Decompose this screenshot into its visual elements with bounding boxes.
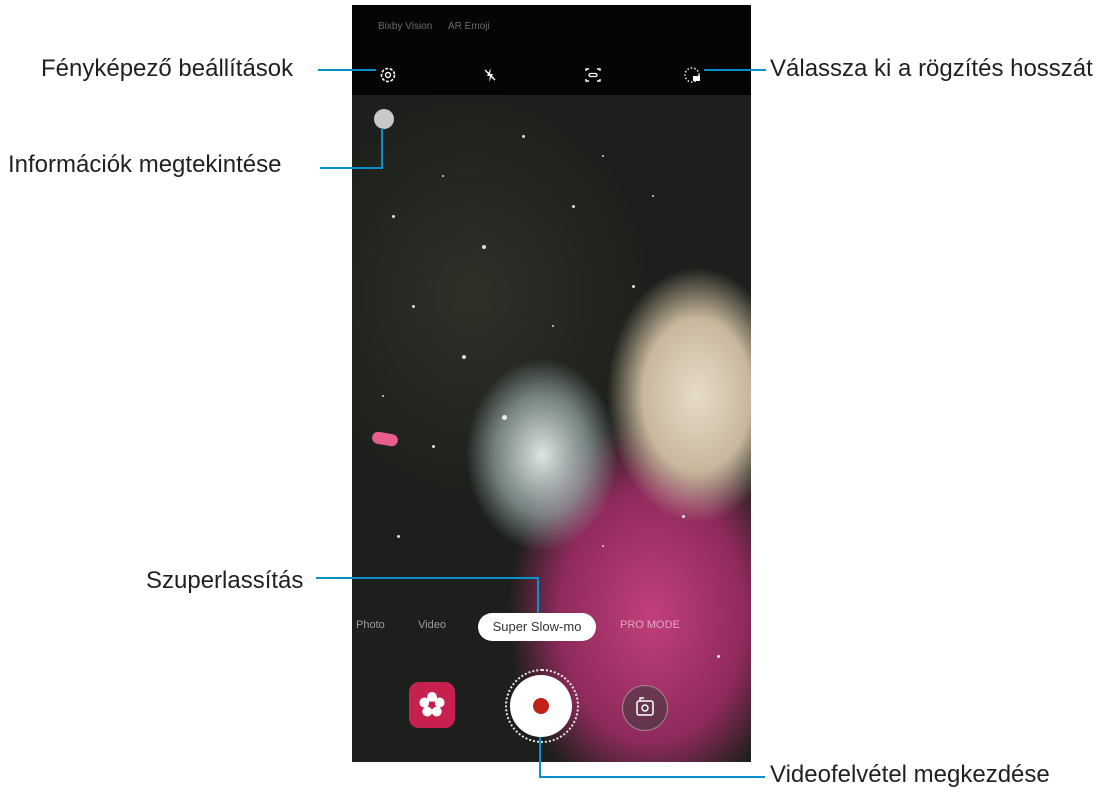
- callout-camera-settings: Fényképező beállítások: [41, 55, 294, 82]
- switch-camera-icon[interactable]: [622, 685, 668, 731]
- callout-view-info: Információk megtekintése: [8, 151, 282, 178]
- leader-camera-settings: [318, 69, 376, 71]
- recording-duration-icon[interactable]: [680, 63, 704, 87]
- leader-recording-length: [704, 69, 766, 71]
- leader-view-info: [320, 167, 382, 169]
- callout-super-slow: Szuperlassítás: [146, 567, 304, 594]
- mode-super-slow-mo[interactable]: Super Slow-mo: [478, 613, 596, 641]
- camera-screen: Bixby Vision AR Emoji Photo Video PRO MO…: [352, 5, 751, 762]
- leader-super-slow-vertical: [537, 577, 539, 613]
- camera-preview: [352, 95, 751, 762]
- camera-toolbar: [352, 55, 751, 95]
- leader-super-slow: [316, 577, 539, 579]
- mode-pro[interactable]: PRO MODE: [620, 619, 680, 631]
- callout-recording-length: Válassza ki a rögzítés hosszát: [770, 55, 1093, 82]
- mode-ar-emoji[interactable]: AR Emoji: [448, 21, 490, 32]
- record-icon: [533, 698, 549, 714]
- flash-off-icon[interactable]: [478, 63, 502, 87]
- mode-bixby-vision[interactable]: Bixby Vision: [378, 21, 432, 32]
- callout-start-recording: Videofelvétel megkezdése: [770, 761, 1050, 788]
- leader-view-info-vertical: [381, 128, 383, 169]
- leader-start-recording-vertical: [539, 737, 541, 778]
- mode-photo[interactable]: Photo: [356, 619, 385, 631]
- top-mode-bar: Bixby Vision AR Emoji: [352, 5, 751, 55]
- gallery-flower-icon[interactable]: [409, 682, 455, 728]
- gear-icon[interactable]: [376, 63, 400, 87]
- mode-video[interactable]: Video: [418, 619, 446, 631]
- leader-start-recording: [539, 776, 765, 778]
- motion-detection-icon[interactable]: [581, 63, 605, 87]
- info-dot-icon[interactable]: [374, 109, 394, 129]
